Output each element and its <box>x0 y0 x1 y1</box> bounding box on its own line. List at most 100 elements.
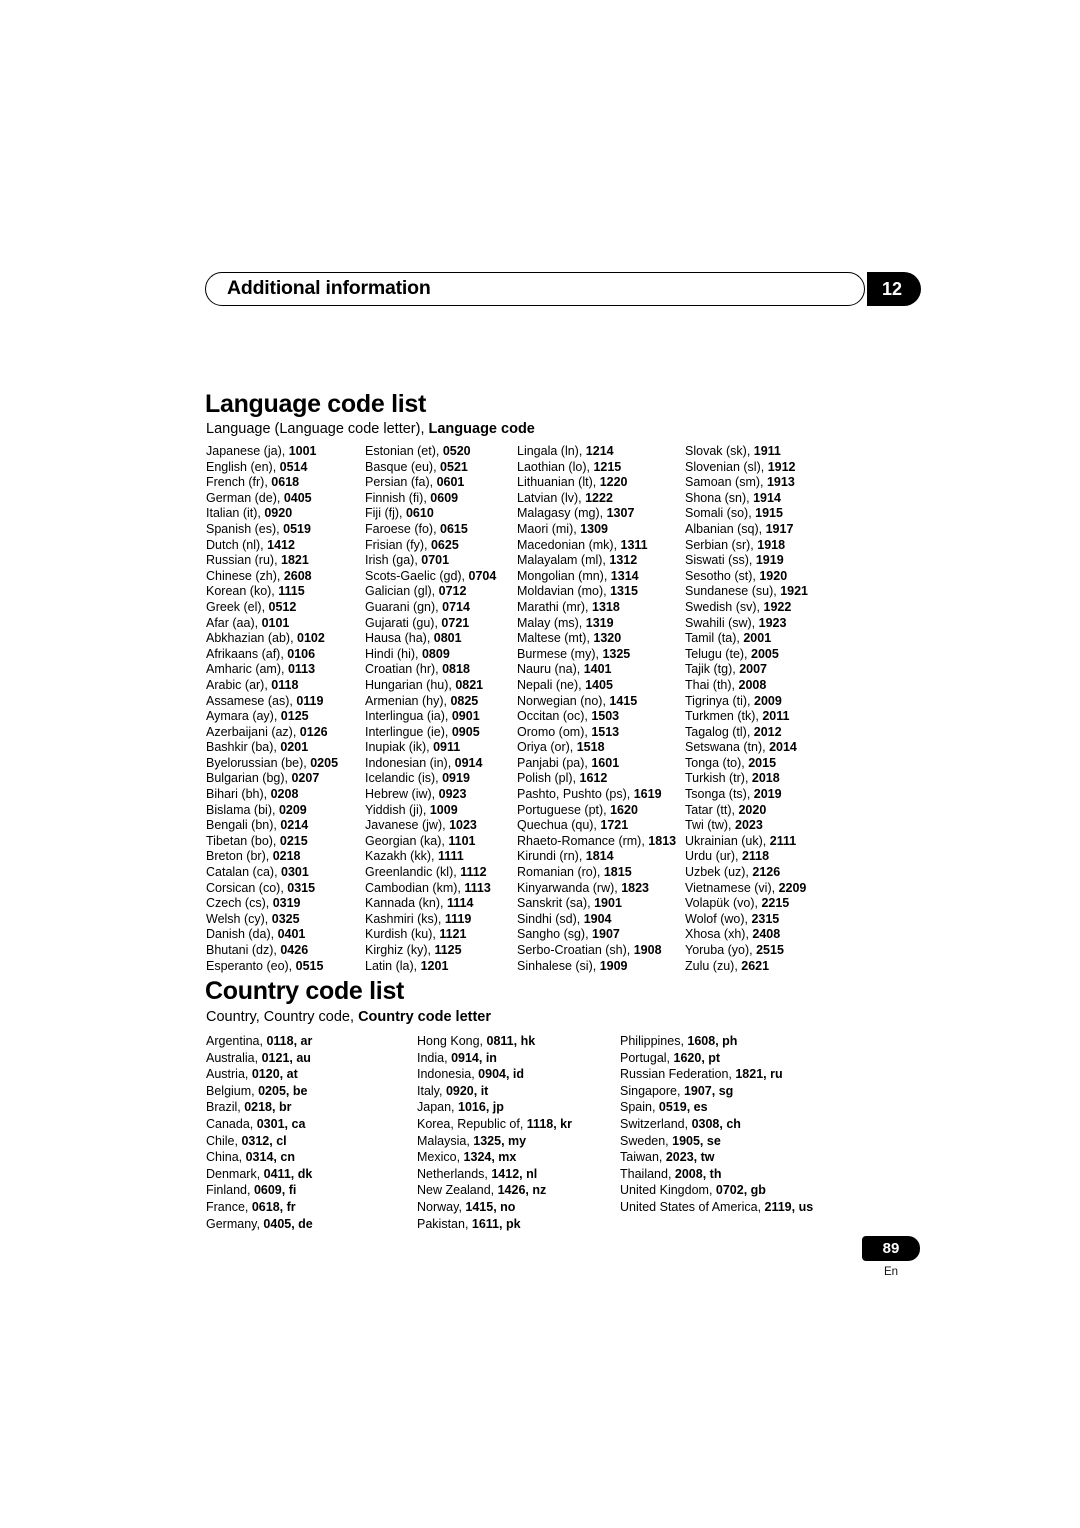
language-entry: Bislama (bi), 0209 <box>206 803 365 819</box>
language-entry: Kinyarwanda (rw), 1823 <box>517 881 685 897</box>
language-entry: Twi (tw), 2023 <box>685 818 845 834</box>
language-entry-code: 1503 <box>591 709 620 724</box>
language-entry-code: 0520 <box>442 444 471 458</box>
language-entry-code: 1319 <box>585 615 614 630</box>
language-entry-code: 1814 <box>585 849 614 864</box>
language-entry: Indonesian (in), 0914 <box>365 756 517 772</box>
language-entry-code: 0405 <box>283 490 312 505</box>
language-entry-name: Sangho (sg), <box>517 927 593 942</box>
language-entry-code: 1912 <box>767 459 796 474</box>
language-entry-code: 0721 <box>441 615 470 630</box>
language-entry: Urdu (ur), 2118 <box>685 849 845 865</box>
language-entry-name: Bashkir (ba), <box>206 740 281 755</box>
language-entry-name: Icelandic (is), <box>365 771 443 786</box>
language-entry-code: 1318 <box>592 599 620 614</box>
language-entry-name: Byelorussian (be), <box>206 755 311 770</box>
country-entry: Hong Kong, 0811, hk <box>417 1033 620 1050</box>
language-entry-name: Bhutani (dz), <box>206 943 281 957</box>
country-entry-code: 0811, hk <box>486 1034 536 1048</box>
language-entry: Czech (cs), 0319 <box>206 896 365 912</box>
language-entry-name: Chinese (zh), <box>206 568 284 583</box>
country-entry-name: Netherlands, <box>417 1166 492 1181</box>
country-entry-name: Argentina, <box>206 1034 267 1048</box>
language-entry-name: Serbo-Croatian (sh), <box>517 943 634 957</box>
language-entry-code: 2023 <box>735 818 763 833</box>
language-entry: Amharic (am), 0113 <box>206 662 365 678</box>
language-entry-code: 0618 <box>271 475 300 490</box>
language-entry: Bulgarian (bg), 0207 <box>206 771 365 787</box>
country-entry-name: Norway, <box>417 1199 466 1214</box>
language-entry-code: 0126 <box>299 724 328 739</box>
country-entry-name: Spain, <box>620 1100 659 1115</box>
language-entry-name: Shona (sn), <box>685 490 754 505</box>
language-entry-code: 1821 <box>281 553 309 568</box>
language-entry: Somali (so), 1915 <box>685 506 845 522</box>
language-entry-name: Inupiak (ik), <box>365 740 434 755</box>
language-entry-code: 1412 <box>267 537 295 552</box>
country-entry: Switzerland, 0308, ch <box>620 1116 900 1133</box>
language-entry-code: 2009 <box>754 693 782 708</box>
language-entry-name: Persian (fa), <box>365 475 437 490</box>
language-entry-code: 2014 <box>769 740 797 755</box>
language-entry-name: Occitan (oc), <box>517 709 592 724</box>
language-entry-name: Maltese (mt), <box>517 631 594 646</box>
language-entry-name: Yiddish (ji), <box>365 802 430 817</box>
language-entry-name: Russian (ru), <box>206 553 282 568</box>
country-entry: Sweden, 1905, se <box>620 1133 900 1150</box>
language-entry: Hausa (ha), 0801 <box>365 631 517 647</box>
language-entry-code: 0102 <box>297 631 325 646</box>
language-entry-code: 1917 <box>765 521 794 536</box>
language-entry-name: Setswana (tn), <box>685 740 770 755</box>
language-entry: Guarani (gn), 0714 <box>365 600 517 616</box>
language-column: Lingala (ln), 1214 Laothian (lo), 1215 Lit… <box>517 444 685 974</box>
language-entry-code: 0301 <box>281 865 309 880</box>
language-entry-code: 0515 <box>295 958 324 973</box>
language-entry-code: 0911 <box>433 740 461 755</box>
language-entry-code: 2020 <box>738 802 767 817</box>
country-entry-name: China, <box>206 1150 246 1165</box>
language-entry-name: English (en), <box>206 459 280 474</box>
language-entry: Finnish (fi), 0609 <box>365 491 517 507</box>
language-code-list-subtitle: Language (Language code letter), Languag… <box>206 421 535 437</box>
language-entry: Maltese (mt), 1320 <box>517 631 685 647</box>
country-entry: Portugal, 1620, pt <box>620 1050 900 1067</box>
language-entry: Quechua (qu), 1721 <box>517 818 685 834</box>
language-entry-code: 1913 <box>766 475 795 490</box>
language-entry-code: 0315 <box>287 880 316 895</box>
country-entry-code: 1907, sg <box>683 1083 734 1098</box>
language-entry: Telugu (te), 2005 <box>685 647 845 663</box>
language-entry-name: Volapük (vo), <box>685 896 762 911</box>
document-page: Additional information 12 Language code … <box>0 0 1080 1528</box>
language-entry-code: 1904 <box>583 911 612 926</box>
language-entry: Kirghiz (ky), 1125 <box>365 943 517 959</box>
language-entry-name: Kirghiz (ky), <box>365 943 435 957</box>
language-entry-name: Portuguese (pt), <box>517 802 611 817</box>
language-entry: Maori (mi), 1309 <box>517 522 685 538</box>
language-entry: Mongolian (mn), 1314 <box>517 569 685 585</box>
language-entry: Swahili (sw), 1923 <box>685 616 845 632</box>
language-entry: Chinese (zh), 2608 <box>206 569 365 585</box>
country-entry-name: Hong Kong, <box>417 1034 487 1048</box>
language-entry: Bengali (bn), 0214 <box>206 818 365 834</box>
country-entry-code: 2119, us <box>764 1199 814 1214</box>
country-entry: Argentina, 0118, ar <box>206 1033 417 1050</box>
country-subtitle-bold: Country code letter <box>358 1009 491 1025</box>
language-entry-code: 0712 <box>438 584 467 599</box>
country-entry-name: France, <box>206 1199 252 1214</box>
language-entry-code: 1518 <box>576 740 605 755</box>
language-entry-code: 0625 <box>430 537 459 552</box>
language-entry-code: 1513 <box>591 724 620 739</box>
language-entry-code: 0106 <box>287 646 316 661</box>
language-entry: Scots-Gaelic (gd), 0704 <box>365 569 517 585</box>
language-entry-code: 1009 <box>429 802 458 817</box>
language-entry-code: 1920 <box>759 568 788 583</box>
country-entry-name: Canada, <box>206 1116 257 1131</box>
language-entry: Marathi (mr), 1318 <box>517 600 685 616</box>
language-entry-code: 1312 <box>609 553 638 568</box>
language-entry: Sindhi (sd), 1904 <box>517 912 685 928</box>
language-entry: Greek (el), 0512 <box>206 600 365 616</box>
language-entry: Serbian (sr), 1918 <box>685 538 845 554</box>
language-entry-code: 0519 <box>283 521 311 536</box>
language-entry-name: Kashmiri (ks), <box>365 911 445 926</box>
country-code-table: Argentina, 0118, ar Australia, 0121, au Au… <box>206 1033 906 1232</box>
